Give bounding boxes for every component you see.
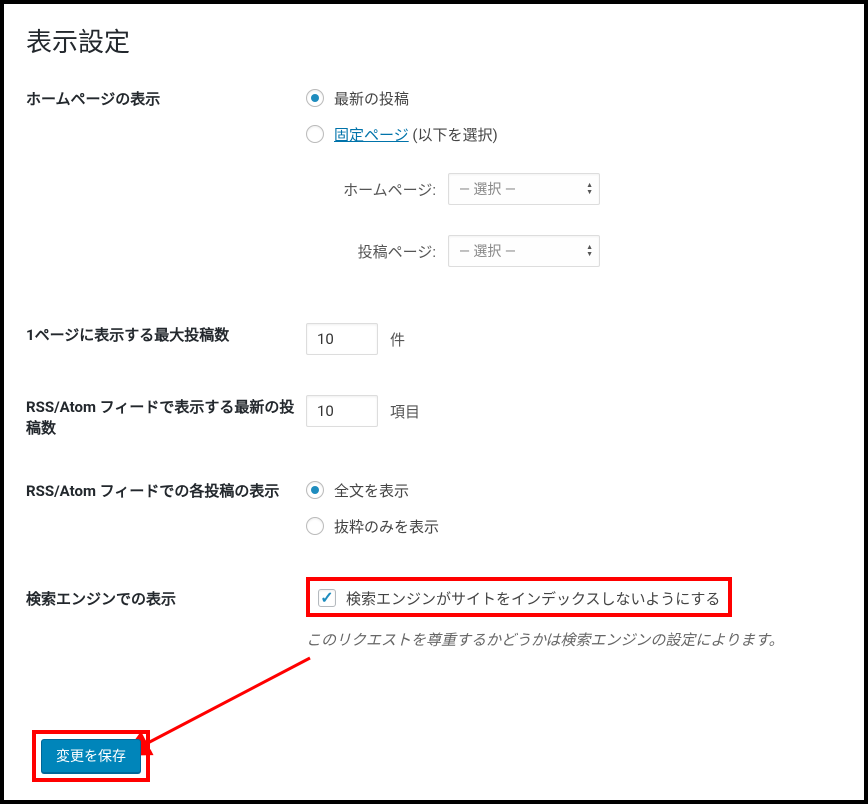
- row-search-engine: 検索エンジンでの表示 検索エンジンがサイトをインデックスしないようにする このリ…: [26, 577, 842, 650]
- static-page-link[interactable]: 固定ページ: [334, 126, 409, 144]
- row-rss-items: RSS/Atom フィードで表示する最新の投稿数 10 項目: [26, 395, 842, 439]
- radio-option-excerpt[interactable]: 抜粋のみを表示: [306, 515, 842, 537]
- posts-page-select[interactable]: — 選択 — ▲▼: [448, 235, 600, 267]
- select-row-homepage: ホームページ: — 選択 — ▲▼: [328, 173, 842, 205]
- radio-label-latest: 最新の投稿: [334, 88, 409, 109]
- label-posts-per-page: 1ページに表示する最大投稿数: [26, 323, 306, 346]
- radio-option-full-text[interactable]: 全文を表示: [306, 479, 842, 501]
- select-placeholder: — 選択 —: [459, 179, 516, 199]
- select-placeholder: — 選択 —: [459, 241, 516, 261]
- row-rss-display: RSS/Atom フィードでの各投稿の表示 全文を表示 抜粋のみを表示: [26, 479, 842, 537]
- posts-per-page-input[interactable]: 10: [306, 323, 378, 355]
- content-homepage-display: 最新の投稿 固定ページ (以下を選択) ホームページ: — 選択 — ▲▼: [306, 87, 842, 267]
- submit-area: 変更を保存: [32, 730, 150, 782]
- label-homepage-display: ホームページの表示: [26, 87, 306, 110]
- static-suffix: (以下を選択): [409, 126, 498, 144]
- radio-label-full: 全文を表示: [334, 480, 409, 501]
- content-rss-items: 10 項目: [306, 395, 842, 427]
- radio-label-static: 固定ページ (以下を選択): [334, 124, 498, 145]
- rss-items-unit: 項目: [390, 401, 420, 422]
- posts-page-select-label: 投稿ページ:: [328, 241, 436, 262]
- row-posts-per-page: 1ページに表示する最大投稿数 10 件: [26, 323, 842, 355]
- radio-icon: [306, 89, 324, 107]
- save-button[interactable]: 変更を保存: [41, 739, 141, 773]
- rss-items-input[interactable]: 10: [306, 395, 378, 427]
- radio-option-static-page[interactable]: 固定ページ (以下を選択): [306, 123, 842, 145]
- posts-per-page-unit: 件: [390, 329, 405, 350]
- checkbox-discourage-search[interactable]: 検索エンジンがサイトをインデックスしないようにする: [318, 587, 720, 609]
- checkbox-icon: [318, 589, 336, 607]
- content-posts-per-page: 10 件: [306, 323, 842, 355]
- label-rss-display: RSS/Atom フィードでの各投稿の表示: [26, 479, 306, 502]
- radio-icon: [306, 517, 324, 535]
- row-homepage-display: ホームページの表示 最新の投稿 固定ページ (以下を選択) ホームページ:: [26, 87, 842, 267]
- highlight-save-button: 変更を保存: [32, 730, 150, 782]
- checkbox-label-discourage: 検索エンジンがサイトをインデックスしないようにする: [346, 588, 720, 609]
- radio-icon: [306, 481, 324, 499]
- page-title: 表示設定: [26, 22, 842, 59]
- radio-label-excerpt: 抜粋のみを表示: [334, 516, 439, 537]
- homepage-select[interactable]: — 選択 — ▲▼: [448, 173, 600, 205]
- select-row-posts-page: 投稿ページ: — 選択 — ▲▼: [328, 235, 842, 267]
- chevron-updown-icon: ▲▼: [586, 244, 593, 258]
- input-value: 10: [317, 402, 334, 420]
- label-rss-items: RSS/Atom フィードで表示する最新の投稿数: [26, 395, 306, 439]
- static-page-selects: ホームページ: — 選択 — ▲▼ 投稿ページ: — 選択 — ▲▼: [328, 173, 842, 267]
- radio-icon: [306, 125, 324, 143]
- highlight-search-checkbox: 検索エンジンがサイトをインデックスしないようにする: [306, 577, 732, 617]
- annotation-arrow: [122, 648, 342, 768]
- content-rss-display: 全文を表示 抜粋のみを表示: [306, 479, 842, 537]
- homepage-select-label: ホームページ:: [328, 179, 436, 200]
- settings-panel: 表示設定 ホームページの表示 最新の投稿 固定ページ (以下を選択) ホーム: [0, 0, 868, 804]
- settings-form: ホームページの表示 最新の投稿 固定ページ (以下を選択) ホームページ:: [26, 87, 842, 650]
- radio-option-latest-posts[interactable]: 最新の投稿: [306, 87, 842, 109]
- chevron-updown-icon: ▲▼: [586, 182, 593, 196]
- label-search-engine: 検索エンジンでの表示: [26, 577, 306, 610]
- input-value: 10: [317, 330, 334, 348]
- content-search-engine: 検索エンジンがサイトをインデックスしないようにする このリクエストを尊重するかど…: [306, 577, 842, 650]
- search-engine-description: このリクエストを尊重するかどうかは検索エンジンの設定によります。: [306, 629, 842, 650]
